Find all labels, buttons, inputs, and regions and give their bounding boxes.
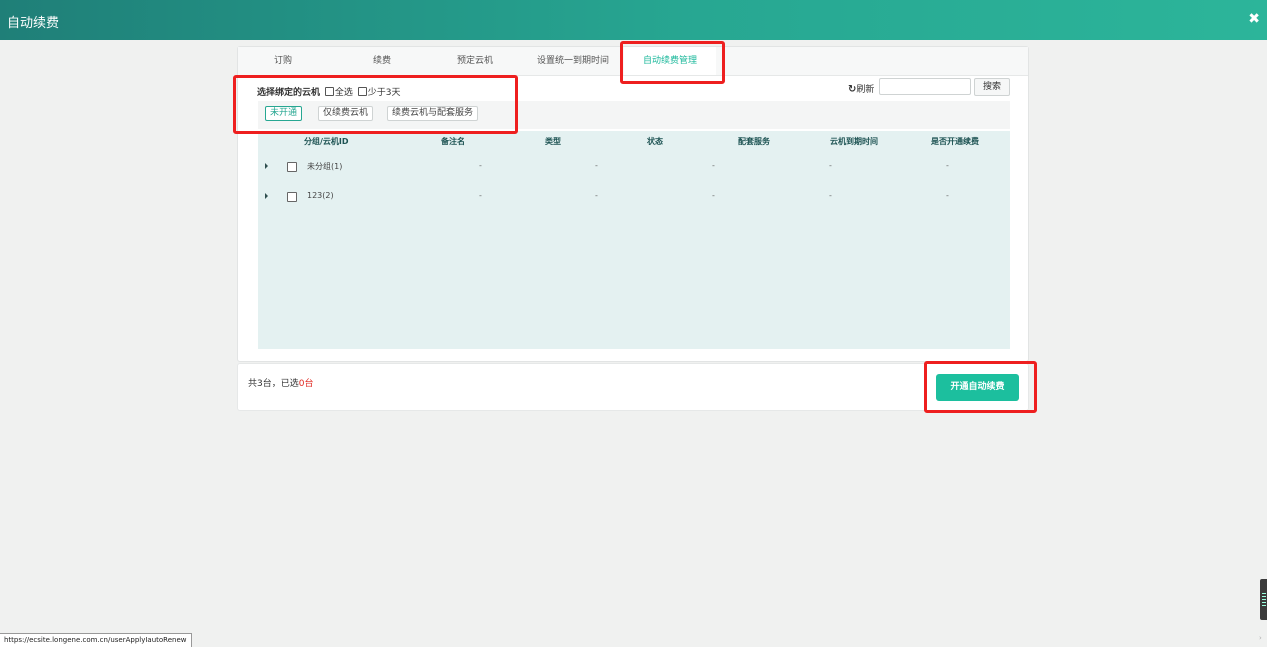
main-panel: 订购 续费 预定云机 设置统一到期时间 自动续费管理 选择绑定的云机 全选 少于… [237,46,1029,362]
tab-renew[interactable]: 续费 [352,47,412,75]
row-checkbox[interactable] [287,162,297,172]
footer-bar: 共3台，已选0台 [237,363,1029,411]
column-header: 分组/云机ID [304,137,349,146]
table-cell: - [595,191,598,200]
enable-auto-renew-button[interactable]: 开通自动续费 [936,374,1019,401]
table-row: 未分组(1) - - - - - [258,158,1010,178]
column-header: 类型 [545,137,561,146]
filter-renew-hosts-and-services[interactable]: 续费云机与配套服务 [387,106,479,121]
select-all-label: 全选 [334,88,353,98]
column-header: 配套服务 [738,137,770,146]
selection-count: 共3台，已选0台 [248,376,313,389]
less-than-3-days-label: 少于3天 [367,88,401,98]
table-row: 123(2) - - - - - [258,188,1010,208]
less-than-3-days-checkbox[interactable] [357,87,367,96]
select-bound-label: 选择绑定的云机 [257,88,321,98]
filter-renew-hosts-only[interactable]: 仅续费云机 [318,106,374,121]
status-bar-url: https://ecsite.longene.com.cn/userApplyI… [0,633,192,647]
refresh-button[interactable]: ↻刷新 [848,82,874,95]
dialog-title: 自动续费 [7,16,60,31]
row-checkbox[interactable] [287,192,297,202]
column-header: 备注名 [441,137,465,146]
scroll-arrow-icon[interactable]: › [1259,634,1262,642]
filter-not-enabled[interactable]: 未开通 [265,106,303,121]
table-cell: - [829,191,832,200]
count-prefix: 共3台，已选 [248,379,299,389]
select-bound-hosts-row: 选择绑定的云机 全选 少于3天 [257,85,401,98]
tab-bar: 订购 续费 预定云机 设置统一到期时间 自动续费管理 [238,47,1028,76]
table-cell: - [946,161,949,170]
table-cell: - [479,191,482,200]
group-name: 123(2) [307,191,334,200]
tab-order[interactable]: 订购 [253,47,313,75]
table-cell: - [595,161,598,170]
column-header: 云机到期时间 [830,137,878,146]
refresh-label: 刷新 [856,85,875,95]
expand-caret-icon[interactable] [265,193,268,199]
tab-auto-renew-manage[interactable]: 自动续费管理 [624,47,716,75]
tab-unified-expiry[interactable]: 设置统一到期时间 [528,47,618,75]
tab-reserve[interactable]: 预定云机 [445,47,505,75]
search-input[interactable] [879,78,971,95]
group-name: 未分组(1) [307,162,343,171]
table-cell: - [946,191,949,200]
selected-count: 0台 [298,379,314,389]
close-icon[interactable]: ✖ [1248,11,1260,27]
table-cell: - [712,191,715,200]
host-table: 分组/云机ID 备注名 类型 状态 配套服务 云机到期时间 是否开通续费 未分组… [258,131,1010,349]
side-widget[interactable] [1260,579,1267,620]
table-cell: - [479,161,482,170]
table-cell: - [712,161,715,170]
dialog-header: 自动续费 ✖ [0,0,1267,40]
search-button[interactable]: 搜索 [974,78,1010,96]
expand-caret-icon[interactable] [265,163,268,169]
column-header: 状态 [647,137,663,146]
column-header: 是否开通续费 [931,137,979,146]
select-all-checkbox[interactable] [324,87,334,96]
table-cell: - [829,161,832,170]
